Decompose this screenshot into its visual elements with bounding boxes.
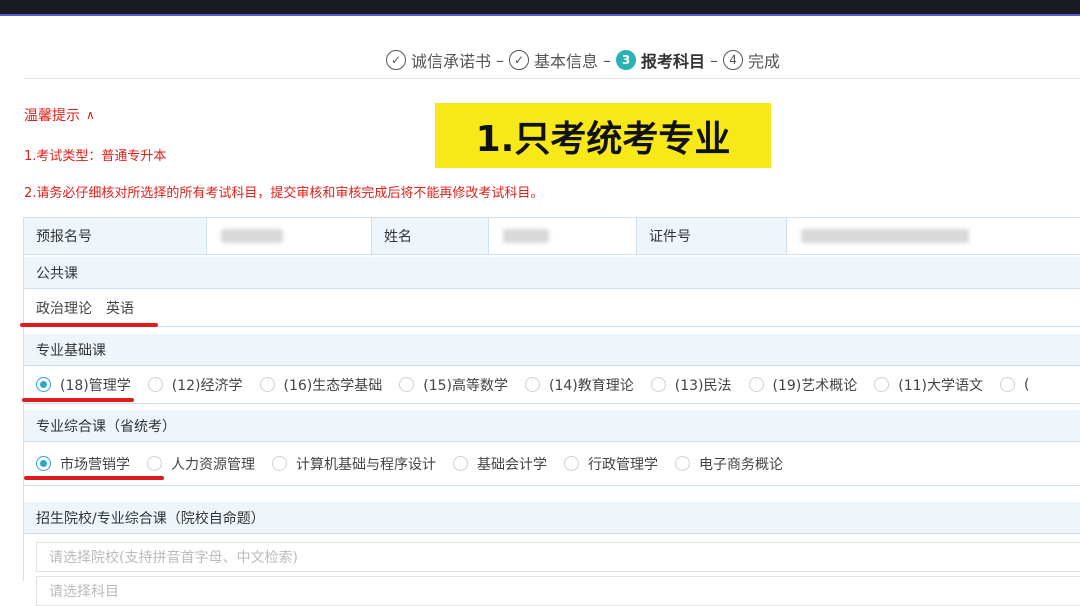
option-label: 计算机基础与程序设计 [296,456,436,473]
option-label: (12)经济学 [171,377,243,394]
redacted-value [221,229,283,243]
radio-icon [564,456,579,471]
basic-course-option[interactable]: ( [1000,377,1029,393]
comprehensive-course-option[interactable]: 基础会计学 [453,454,547,474]
chevron-up-icon: ∧ [86,108,95,122]
option-label: (15)高等数学 [423,377,508,394]
radio-selected-icon [36,377,51,392]
step-finish: 4 完成 [723,48,780,72]
option-label: (16)生态学基础 [283,377,383,394]
tips-title: 温馨提示 [24,108,80,124]
label-id-number: 证件号 [637,218,787,254]
school-select-input[interactable]: 请选择院校(支持拼音首字母、中文检索) [36,542,1080,572]
subject-form: 预报名号 姓名 证件号 公共课 政治理论 英语 专业基础课 (18)管理学 (1… [23,217,1080,606]
option-label: 人力资源管理 [171,456,255,473]
radio-icon [147,377,163,392]
basic-course-option[interactable]: (11)大学语文 [874,375,983,395]
annotation-underline [22,398,134,402]
basic-course-option[interactable]: (15)高等数学 [399,375,508,395]
option-label: 基础会计学 [477,456,547,473]
public-course-item: 政治理论 [36,300,92,317]
public-course-body: 政治理论 英语 [24,289,1080,327]
progress-stepper: ✓ 诚信承诺书 – ✓ 基本信息 – 3 报考科目 – 4 完成 [386,46,780,74]
number-circle-icon: 4 [723,50,744,70]
step-label: 报考科目 [641,52,706,71]
label-name: 姓名 [372,218,489,254]
comprehensive-course-option[interactable]: 行政管理学 [564,454,658,474]
basic-course-option[interactable]: (13)民法 [650,375,732,395]
number-circle-icon: 3 [616,50,637,70]
option-label: (13)民法 [674,377,732,394]
label-pre-reg-no: 预报名号 [24,218,207,254]
radio-icon [650,377,666,392]
radio-icon [399,377,415,392]
radio-icon [147,456,162,471]
basic-course-option[interactable]: (14)教育理论 [525,375,634,395]
registration-page: ✓ 诚信承诺书 – ✓ 基本信息 – 3 报考科目 – 4 完成 温馨提示 ∧ … [0,16,1080,606]
option-label: (19)艺术概论 [772,377,858,394]
radio-icon [748,377,764,392]
step-subjects: 3 报考科目 [616,48,705,72]
check-circle-icon: ✓ [509,50,530,70]
tips-toggle[interactable]: 温馨提示 ∧ [24,105,95,125]
option-label: (18)管理学 [60,377,131,394]
check-circle-icon: ✓ [386,50,406,70]
comprehensive-course-option[interactable]: 计算机基础与程序设计 [272,454,436,474]
tip-warning: 2.请务必仔细核对所选择的所有考试科目，提交审核和审核完成后将不能再修改考试科目… [24,186,544,201]
option-label: (11)大学语文 [898,377,983,394]
value-name [489,218,637,254]
step-label: 完成 [748,52,781,71]
annotation-underline [24,476,164,480]
tip-exam-type: 1.考试类型：普通专升本 [24,149,167,164]
comprehensive-course-option[interactable]: 人力资源管理 [147,454,255,474]
step-separator: – [710,50,719,70]
annotation-underline [20,323,158,327]
basic-course-option[interactable]: (16)生态学基础 [259,375,383,395]
value-id-number [787,218,1080,254]
step-separator: – [603,50,612,70]
radio-icon [1000,377,1015,392]
step-separator: – [496,50,505,70]
radio-icon [525,377,540,392]
radio-icon [272,456,287,471]
value-pre-reg-no [207,218,372,254]
basic-course-options: (18)管理学 (12)经济学 (16)生态学基础 (15)高等数学 (14)教… [24,366,1080,404]
step-label: 基本信息 [534,52,599,71]
comprehensive-course-options: 市场营销学 人力资源管理 计算机基础与程序设计 基础会计学 行政管理学 电子商务… [24,442,1080,486]
public-course-item: 英语 [106,300,134,317]
radio-icon [874,377,890,392]
radio-icon [453,456,468,471]
option-label: 市场营销学 [60,456,130,473]
step-label: 诚信承诺书 [411,52,492,71]
school-course-header: 招生院校/专业综合课（院校自命题） [24,502,1080,534]
basic-course-option[interactable]: (18)管理学 [36,375,131,395]
comprehensive-course-option[interactable]: 市场营销学 [36,454,130,474]
radio-selected-icon [36,456,51,471]
option-label: (14)教育理论 [549,377,634,394]
radio-icon [259,377,275,392]
option-label: 电子商务概论 [699,456,783,473]
window-top-bar [0,0,1080,14]
option-label: ( [1024,376,1030,393]
radio-icon [675,456,690,471]
comprehensive-course-header: 专业综合课（省统考） [24,410,1080,442]
option-label: 行政管理学 [588,456,658,473]
stepper-divider [24,78,1080,79]
identity-row: 预报名号 姓名 证件号 [24,217,1080,255]
annotation-banner: 1.只考统考专业 [435,103,771,168]
redacted-value [801,229,969,243]
public-course-header: 公共课 [24,257,1080,289]
redacted-value [503,229,549,243]
basic-course-option[interactable]: (12)经济学 [147,375,243,395]
comprehensive-course-option[interactable]: 电子商务概论 [675,454,783,474]
basic-course-header: 专业基础课 [24,334,1080,366]
step-pledge: ✓ 诚信承诺书 [386,48,491,72]
basic-course-option[interactable]: (19)艺术概论 [748,375,858,395]
step-basic-info: ✓ 基本信息 [509,48,598,72]
